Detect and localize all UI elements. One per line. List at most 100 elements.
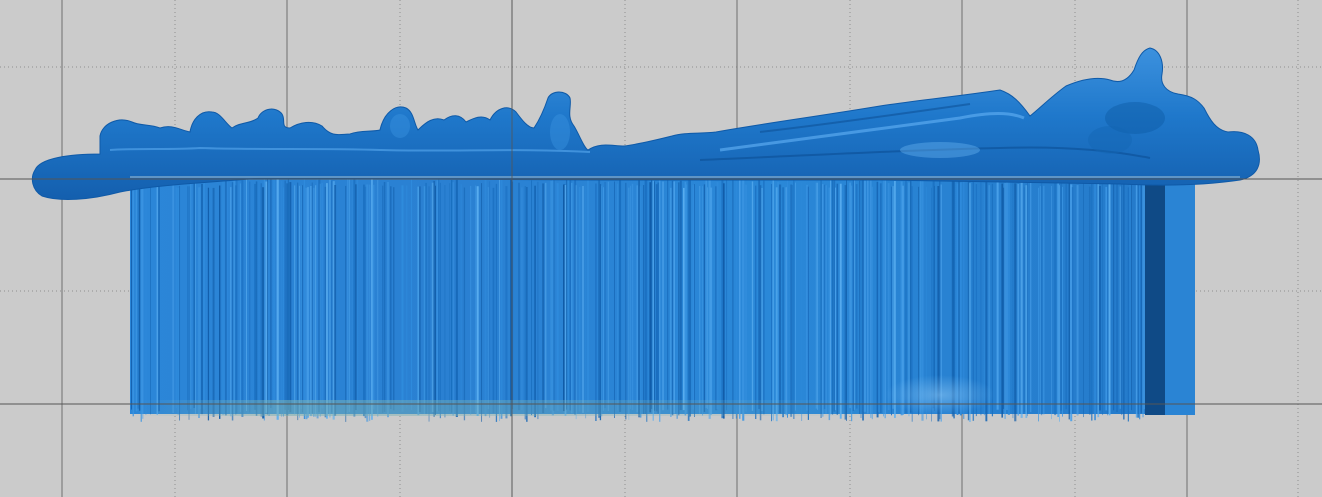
support-strut — [575, 185, 577, 420]
support-strut — [463, 187, 466, 421]
support-strut — [255, 181, 258, 416]
support-strut — [188, 186, 190, 420]
support-strut — [1142, 179, 1144, 418]
support-strut — [1003, 187, 1005, 409]
support-strut — [348, 179, 350, 412]
support-strut — [835, 187, 837, 411]
support-strut — [145, 186, 147, 415]
support-strut — [406, 185, 408, 409]
support-strut — [487, 187, 489, 409]
support-strut — [604, 181, 606, 409]
support-strut — [617, 183, 619, 411]
support-strut — [505, 186, 508, 419]
support-strut — [1102, 183, 1104, 416]
support-strut — [531, 180, 533, 416]
support-strut — [1127, 187, 1129, 422]
support-strut — [1116, 180, 1118, 412]
support-strut — [643, 185, 645, 414]
support-strut — [1129, 181, 1131, 412]
3d-model-mesh[interactable] — [31, 47, 1260, 200]
support-strut — [1131, 179, 1132, 411]
support-strut — [828, 187, 831, 421]
support-strut — [140, 179, 142, 422]
support-strut — [225, 180, 227, 416]
support-strut — [817, 182, 819, 410]
support-strut — [654, 181, 655, 411]
support-strut — [460, 184, 462, 410]
support-strut — [815, 182, 817, 409]
support-strut — [1054, 182, 1057, 416]
support-strut — [801, 182, 803, 421]
support-strut — [207, 187, 210, 421]
support-strut — [699, 186, 701, 414]
support-strut — [676, 183, 678, 419]
support-strut — [545, 182, 547, 409]
support-strut — [689, 179, 691, 417]
support-strut — [883, 179, 884, 417]
support-strut — [702, 186, 704, 416]
support-strut — [862, 178, 864, 421]
support-strut — [1060, 179, 1062, 411]
support-strut — [401, 185, 404, 412]
support-strut — [996, 178, 999, 410]
support-strut — [910, 179, 912, 413]
support-strut — [644, 178, 647, 414]
support-strut — [315, 185, 317, 417]
scene-canvas[interactable] — [0, 0, 1322, 497]
support-strut — [649, 182, 652, 413]
support-strut — [518, 182, 520, 411]
3d-viewport[interactable] — [0, 0, 1322, 497]
support-strut — [345, 185, 347, 422]
support-strut — [571, 182, 573, 414]
support-strut — [489, 181, 491, 418]
support-strut — [639, 186, 642, 418]
support-strut — [1041, 181, 1043, 416]
support-strut — [231, 182, 234, 421]
support-strut — [246, 178, 248, 411]
support-strut — [603, 187, 605, 411]
support-strut — [1089, 186, 1091, 415]
support-strut — [844, 185, 847, 420]
support-strut — [735, 181, 737, 419]
support-strut — [199, 186, 201, 410]
support-strut — [499, 178, 500, 422]
support-strut — [1039, 186, 1041, 415]
support-strut — [625, 182, 627, 420]
support-strut — [438, 178, 440, 411]
support-strut — [601, 185, 603, 417]
support-strut — [179, 185, 181, 421]
support-strut — [363, 184, 365, 417]
support-strut — [425, 182, 427, 414]
support-strut — [831, 178, 834, 415]
support-strut — [1091, 183, 1093, 421]
support-strut — [887, 183, 890, 411]
support-strut — [289, 182, 292, 413]
support-strut — [692, 185, 695, 410]
support-strut — [1119, 186, 1121, 409]
support-strut — [1004, 182, 1006, 419]
support-strut — [321, 182, 323, 409]
support-strut — [435, 185, 436, 415]
support-strut — [1068, 182, 1070, 420]
support-strut — [705, 180, 708, 409]
support-strut — [142, 179, 144, 419]
support-strut — [855, 184, 858, 409]
support-strut — [324, 186, 327, 418]
support-strut — [638, 178, 640, 418]
support-strut — [1017, 184, 1020, 416]
support-strut — [524, 186, 527, 420]
support-strut — [329, 179, 331, 418]
support-strut — [1123, 180, 1125, 420]
support-strut — [595, 183, 597, 421]
support-strut — [582, 186, 584, 413]
support-strut — [763, 180, 765, 415]
support-strut — [631, 183, 634, 411]
support-strut — [294, 185, 296, 415]
support-strut — [276, 178, 279, 420]
support-strut — [260, 183, 262, 417]
support-strut — [678, 182, 680, 416]
support-strut — [569, 179, 572, 411]
support-strut — [761, 188, 763, 412]
support-strut — [534, 185, 536, 418]
support-strut — [284, 180, 286, 410]
